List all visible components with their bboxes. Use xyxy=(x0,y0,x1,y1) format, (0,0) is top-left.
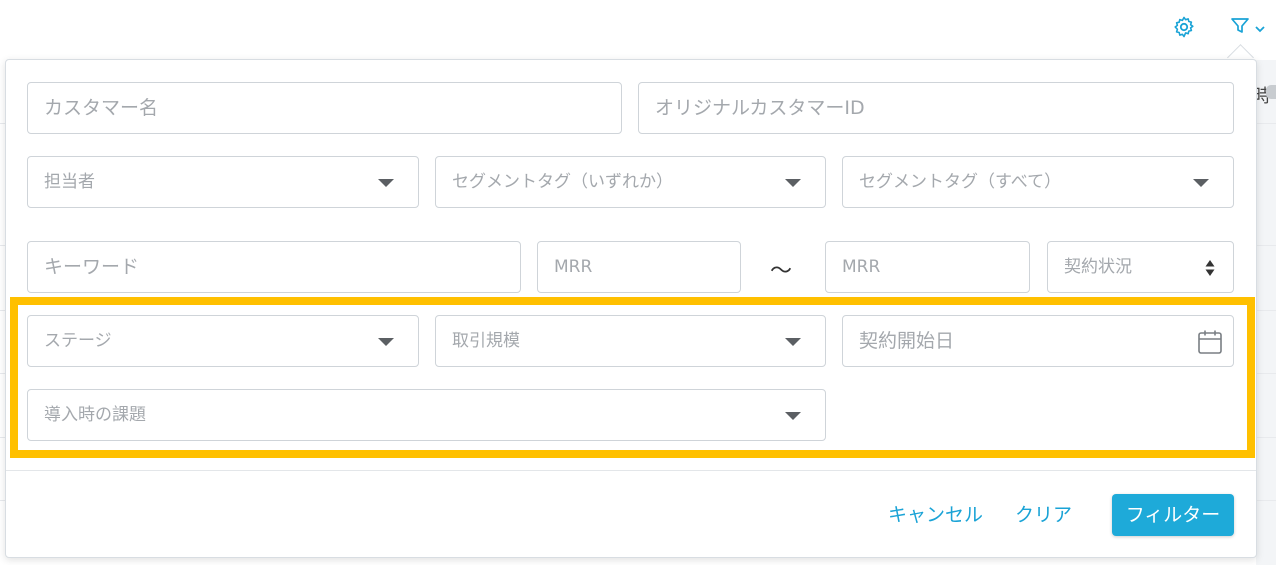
stage-placeholder: ステージ xyxy=(44,331,112,351)
chevron-down-icon[interactable] xyxy=(1254,20,1266,33)
stage-select[interactable]: ステージ xyxy=(27,315,419,367)
dropdown-arrow-icon xyxy=(785,412,801,420)
deal-size-select[interactable]: 取引規模 xyxy=(435,315,826,367)
assignee-placeholder: 担当者 xyxy=(44,172,95,192)
dropdown-arrow-icon xyxy=(785,338,801,346)
mrr-min-placeholder: MRR xyxy=(554,257,593,277)
footer-divider xyxy=(6,470,1256,471)
contract-status-select[interactable]: 契約状況 xyxy=(1047,241,1234,293)
dropdown-arrow-icon xyxy=(785,179,801,187)
segment-tag-any-placeholder: セグメントタグ（いずれか） xyxy=(452,172,673,192)
calendar-icon[interactable] xyxy=(1197,329,1223,355)
cancel-button[interactable]: キャンセル xyxy=(888,500,983,527)
sort-updown-icon xyxy=(1205,260,1215,276)
customer-name-placeholder: カスタマー名 xyxy=(44,97,159,119)
mrr-min-input[interactable]: MRR xyxy=(537,241,741,293)
segment-tag-any-select[interactable]: セグメントタグ（いずれか） xyxy=(435,156,826,208)
assignee-select[interactable]: 担当者 xyxy=(27,156,419,208)
background-table-edge xyxy=(1256,60,1276,565)
mrr-max-placeholder: MRR xyxy=(842,257,881,277)
customer-name-input[interactable]: カスタマー名 xyxy=(27,82,622,134)
segment-tag-all-placeholder: セグメントタグ（すべて） xyxy=(859,172,1062,192)
range-separator: ～ xyxy=(770,259,793,284)
onboarding-issue-select[interactable]: 導入時の課題 xyxy=(27,389,826,441)
dropdown-arrow-icon xyxy=(1193,179,1209,187)
original-customer-id-input[interactable]: オリジナルカスタマーID xyxy=(638,82,1234,134)
dropdown-arrow-icon xyxy=(378,338,394,346)
contract-status-placeholder: 契約状況 xyxy=(1064,257,1132,277)
gear-icon[interactable] xyxy=(1172,15,1196,39)
contract-start-date-placeholder: 契約開始日 xyxy=(859,330,955,352)
mrr-max-input[interactable]: MRR xyxy=(825,241,1030,293)
clear-button[interactable]: クリア xyxy=(1015,500,1072,527)
filter-icon[interactable] xyxy=(1230,16,1250,36)
keyword-input[interactable]: キーワード xyxy=(27,241,521,293)
dropdown-arrow-icon xyxy=(378,179,394,187)
deal-size-placeholder: 取引規模 xyxy=(452,331,520,351)
background-sort-handle xyxy=(1266,85,1276,99)
onboarding-issue-placeholder: 導入時の課題 xyxy=(44,405,146,425)
segment-tag-all-select[interactable]: セグメントタグ（すべて） xyxy=(842,156,1234,208)
contract-start-date-input[interactable]: 契約開始日 xyxy=(842,315,1234,367)
original-customer-id-placeholder: オリジナルカスタマーID xyxy=(655,97,865,119)
keyword-placeholder: キーワード xyxy=(44,256,140,278)
filter-button[interactable]: フィルター xyxy=(1112,494,1234,536)
